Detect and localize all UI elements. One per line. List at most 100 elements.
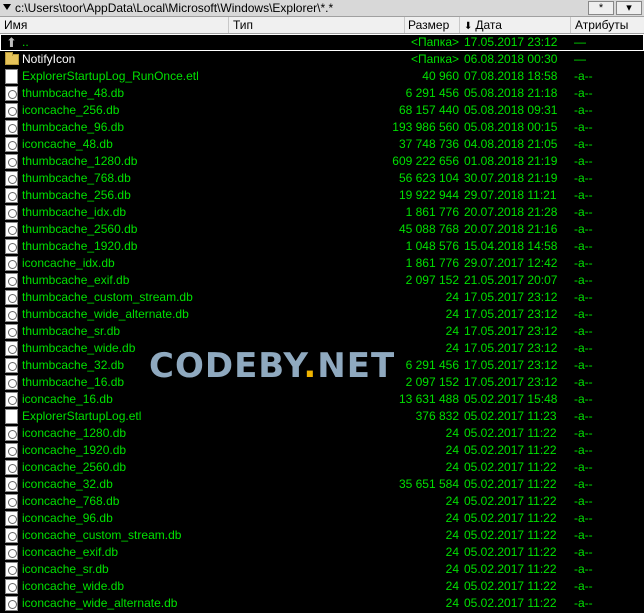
file-row[interactable]: iconcache_idx.db 1 861 776 29.07.2017 12:4… <box>0 255 644 272</box>
file-size: 2 097 152 <box>405 273 459 287</box>
file-attributes: -a-- <box>574 494 593 508</box>
up-icon: ⬆ <box>6 35 17 50</box>
file-row[interactable]: thumbcache_1920.db 1 048 576 15.04.2018 14… <box>0 238 644 255</box>
file-row[interactable]: iconcache_16.db 13 631 488 05.02.2017 15:4… <box>0 391 644 408</box>
file-attributes: -a-- <box>574 86 593 100</box>
file-attributes: -a-- <box>574 205 593 219</box>
file-name: thumbcache_32.db <box>22 358 125 372</box>
database-icon <box>5 171 18 186</box>
file-size: 24 <box>445 290 459 304</box>
file-date: 05.02.2017 11:22 <box>464 494 557 508</box>
database-icon <box>5 307 18 322</box>
file-row[interactable]: iconcache_sr.db 24 05.02.2017 11:22 -a-- <box>0 561 644 578</box>
file-row[interactable]: iconcache_custom_stream.db 24 05.02.2017 1… <box>0 527 644 544</box>
file-row[interactable]: thumbcache_96.db 193 986 560 05.08.2018 00… <box>0 119 644 136</box>
column-attributes[interactable]: Атрибуты <box>571 17 644 33</box>
file-row[interactable]: iconcache_768.db 24 05.02.2017 11:22 -a-- <box>0 493 644 510</box>
file-date: 29.07.2017 12:42 <box>464 256 558 270</box>
file-row[interactable]: thumbcache_1280.db 609 222 656 01.08.2018 … <box>0 153 644 170</box>
file-date: 05.02.2017 11:22 <box>464 562 557 576</box>
file-date: 05.08.2018 00:15 <box>464 120 558 134</box>
file-attributes: — <box>574 35 586 49</box>
database-icon <box>5 222 18 237</box>
file-date: 05.08.2018 09:31 <box>464 103 558 117</box>
document-icon <box>5 409 18 424</box>
column-type[interactable]: Тип <box>229 17 405 33</box>
file-row[interactable]: thumbcache_48.db 6 291 456 05.08.2018 21:1… <box>0 85 644 102</box>
file-attributes: -a-- <box>574 120 593 134</box>
file-date: 17.05.2017 23:12 <box>464 290 558 304</box>
file-row[interactable]: thumbcache_exif.db 2 097 152 21.05.2017 20… <box>0 272 644 289</box>
file-row[interactable]: thumbcache_256.db 19 922 944 29.07.2018 11… <box>0 187 644 204</box>
file-row[interactable]: thumbcache_idx.db 1 861 776 20.07.2018 21:… <box>0 204 644 221</box>
column-date[interactable]: ⬇ Дата <box>460 17 571 33</box>
file-date: 05.02.2017 11:22 <box>464 545 557 559</box>
file-size: 24 <box>445 460 459 474</box>
drive-dropdown-icon[interactable] <box>3 4 11 10</box>
current-path[interactable]: c:\Users\toor\AppData\Local\Microsoft\Wi… <box>15 1 333 15</box>
file-size: 24 <box>445 494 459 508</box>
file-name: thumbcache_custom_stream.db <box>22 290 193 304</box>
file-row[interactable]: iconcache_wide_alternate.db 24 05.02.2017 … <box>0 595 644 612</box>
file-row[interactable]: iconcache_1280.db 24 05.02.2017 11:22 -a-- <box>0 425 644 442</box>
column-name[interactable]: Имя <box>0 17 229 33</box>
file-attributes: -a-- <box>574 358 593 372</box>
column-size[interactable]: Размер <box>405 17 460 33</box>
file-row[interactable]: iconcache_1920.db 24 05.02.2017 11:22 -a-- <box>0 442 644 459</box>
file-date: 07.08.2018 18:58 <box>464 69 558 83</box>
file-row[interactable]: iconcache_exif.db 24 05.02.2017 11:22 -a-- <box>0 544 644 561</box>
file-row[interactable]: thumbcache_768.db 56 623 104 30.07.2018 21… <box>0 170 644 187</box>
file-name: thumbcache_wide_alternate.db <box>22 307 189 321</box>
watermark-text-1: CODEBY <box>149 346 304 386</box>
file-row[interactable]: ExplorerStartupLog.etl 376 832 05.02.2017 … <box>0 408 644 425</box>
file-row[interactable]: ⬆.. <Папка> 17.05.2017 23:12 — <box>0 34 644 51</box>
file-name: thumbcache_1280.db <box>22 154 138 168</box>
file-attributes: -a-- <box>574 579 593 593</box>
file-date: 05.08.2018 21:18 <box>464 86 558 100</box>
file-row[interactable]: iconcache_wide.db 24 05.02.2017 11:22 -a-- <box>0 578 644 595</box>
file-date: 20.07.2018 21:28 <box>464 205 558 219</box>
file-row[interactable]: thumbcache_sr.db 24 17.05.2017 23:12 -a-- <box>0 323 644 340</box>
file-date: 01.08.2018 21:19 <box>464 154 558 168</box>
file-attributes: -a-- <box>574 103 593 117</box>
database-icon <box>5 120 18 135</box>
file-attributes: -a-- <box>574 341 593 355</box>
file-row[interactable]: iconcache_2560.db 24 05.02.2017 11:22 -a-- <box>0 459 644 476</box>
file-list[interactable]: ⬆.. <Папка> 17.05.2017 23:12 — NotifyIcon <Па… <box>0 34 644 613</box>
file-size: 35 651 584 <box>398 477 459 491</box>
file-attributes: -a-- <box>574 222 593 236</box>
file-row[interactable]: NotifyIcon <Папка> 06.08.2018 00:30 — <box>0 51 644 68</box>
file-attributes: -a-- <box>574 324 593 338</box>
file-name: thumbcache_wide.db <box>22 341 136 355</box>
file-row[interactable]: iconcache_48.db 37 748 736 04.08.2018 21:0… <box>0 136 644 153</box>
database-icon <box>5 596 18 611</box>
file-row[interactable]: ExplorerStartupLog_RunOnce.etl 40 960 07.0… <box>0 68 644 85</box>
filter-button[interactable]: * <box>588 1 614 15</box>
file-row[interactable]: iconcache_32.db 35 651 584 05.02.2017 11:2… <box>0 476 644 493</box>
database-icon <box>5 477 18 492</box>
file-attributes: -a-- <box>574 460 593 474</box>
database-icon <box>5 392 18 407</box>
database-icon <box>5 358 18 373</box>
file-size: 56 623 104 <box>398 171 459 185</box>
file-size: 45 088 768 <box>398 222 459 236</box>
history-dropdown-button[interactable]: ▾ <box>616 1 642 15</box>
file-row[interactable]: iconcache_96.db 24 05.02.2017 11:22 -a-- <box>0 510 644 527</box>
file-date: 06.08.2018 00:30 <box>464 52 558 66</box>
file-attributes: -a-- <box>574 511 593 525</box>
file-size: 376 832 <box>415 409 459 423</box>
file-date: 15.04.2018 14:58 <box>464 239 558 253</box>
file-row[interactable]: iconcache_256.db 68 157 440 05.08.2018 09:… <box>0 102 644 119</box>
file-size: 1 861 776 <box>405 205 459 219</box>
file-row[interactable]: thumbcache_2560.db 45 088 768 20.07.2018 2… <box>0 221 644 238</box>
file-date: 05.02.2017 11:23 <box>464 409 557 423</box>
file-row[interactable]: thumbcache_custom_stream.db 24 17.05.2017 … <box>0 289 644 306</box>
file-size: 68 157 440 <box>398 103 459 117</box>
file-name: iconcache_96.db <box>22 511 113 525</box>
database-icon <box>5 426 18 441</box>
watermark-dot: . <box>303 346 318 386</box>
file-attributes: -a-- <box>574 443 593 457</box>
file-size: 1 048 576 <box>405 239 459 253</box>
file-row[interactable]: thumbcache_wide_alternate.db 24 17.05.2017… <box>0 306 644 323</box>
file-size: 6 291 456 <box>405 86 459 100</box>
